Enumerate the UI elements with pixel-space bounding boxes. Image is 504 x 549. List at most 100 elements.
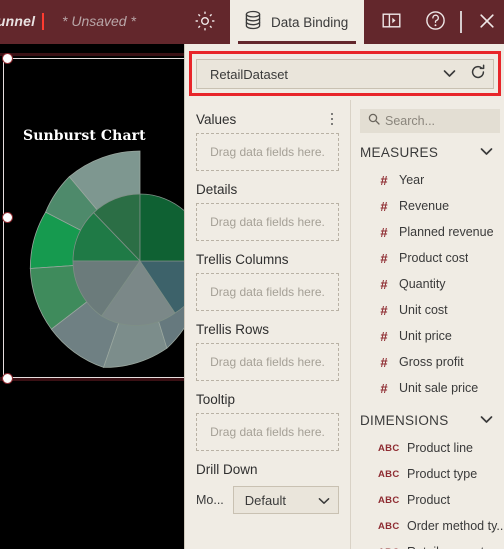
chevron-down-icon <box>443 65 456 83</box>
dimension-type-icon: ABC <box>378 468 400 480</box>
resize-handle-top-left[interactable] <box>2 53 13 64</box>
slot-title: Trellis Columns <box>196 252 289 267</box>
help-icon <box>424 9 447 37</box>
field-label: Quantity <box>399 277 446 291</box>
chevron-down-icon <box>318 493 330 508</box>
settings-button[interactable] <box>190 8 220 38</box>
dataset-name: RetailDataset <box>210 66 289 82</box>
dropzone-trellis-columns[interactable]: Drag data fields here. <box>196 273 339 311</box>
slot-menu-button[interactable] <box>325 111 339 127</box>
help-button[interactable] <box>420 8 450 38</box>
dropzone-placeholder: Drag data fields here. <box>210 285 325 299</box>
field-label: Product cost <box>399 251 469 265</box>
application-window: funnel * Unsaved * Data Binding <box>0 0 504 549</box>
slot-header-trellis-columns: Trellis Columns <box>196 252 339 267</box>
measure-type-icon: # <box>380 198 388 214</box>
chevron-down-icon <box>480 411 493 429</box>
dataset-refresh-button[interactable] <box>463 63 493 85</box>
unsaved-indicator: * Unsaved * <box>62 13 136 29</box>
field-label: Product <box>407 493 451 507</box>
slot-header-drill-down: Drill Down <box>196 462 339 477</box>
field-item[interactable]: ABC Product line <box>360 435 504 461</box>
dropzone-placeholder: Drag data fields here. <box>210 425 325 439</box>
drill-down-mode-select[interactable]: Default <box>232 486 339 514</box>
selection-glow-top <box>0 53 184 56</box>
dataset-dropdown-button[interactable] <box>435 65 463 83</box>
field-label: Order method ty... <box>407 519 504 533</box>
field-item[interactable]: # Quantity <box>360 271 504 297</box>
group-title: MEASURES <box>360 144 439 160</box>
field-item[interactable]: ABC Product type <box>360 461 504 487</box>
field-label: Product line <box>407 441 474 455</box>
data-binding-pane: RetailDataset Values Drag data fields he… <box>184 44 504 549</box>
text-caret <box>42 13 44 30</box>
field-item[interactable]: # Planned revenue <box>360 219 504 245</box>
field-label: Unit sale price <box>399 381 479 395</box>
chart-title: Sunburst Chart <box>23 128 146 144</box>
report-canvas[interactable]: Sunburst Chart <box>0 44 184 549</box>
field-label: Retailer country <box>407 545 495 549</box>
field-item[interactable]: # Unit cost <box>360 297 504 323</box>
close-icon <box>477 11 497 36</box>
slot-header-values: Values <box>196 111 339 127</box>
data-source-column: Search... MEASURES # Year # Revenue # Pl… <box>352 100 504 549</box>
group-header-dimensions[interactable]: DIMENSIONS <box>360 405 504 435</box>
field-item[interactable]: # Year <box>360 167 504 193</box>
resize-handle-bottom-left[interactable] <box>2 373 13 384</box>
close-button[interactable] <box>472 8 502 38</box>
slot-header-trellis-rows: Trellis Rows <box>196 322 339 337</box>
measure-type-icon: # <box>380 172 388 188</box>
drill-down-title: Drill Down <box>196 462 258 477</box>
resize-handle-middle-left[interactable] <box>2 212 13 223</box>
refresh-icon <box>470 63 486 85</box>
group-title: DIMENSIONS <box>360 412 449 428</box>
search-placeholder: Search... <box>385 114 436 128</box>
measure-type-icon: # <box>380 328 388 344</box>
drill-down-mode-value: Default <box>244 492 286 508</box>
slot-title: Values <box>196 111 237 127</box>
field-item[interactable]: ABC Retailer country <box>360 539 504 549</box>
field-label: Unit cost <box>399 303 448 317</box>
field-label: Revenue <box>399 199 450 213</box>
measure-type-icon: # <box>380 380 388 396</box>
slot-title: Tooltip <box>196 392 236 407</box>
field-item[interactable]: ABC Product <box>360 487 504 513</box>
toolbar-divider <box>460 11 462 33</box>
measure-type-icon: # <box>380 302 388 318</box>
field-item[interactable]: # Revenue <box>360 193 504 219</box>
gear-icon <box>193 9 217 38</box>
field-label: Product type <box>407 467 478 481</box>
dataset-selector[interactable]: RetailDataset <box>196 59 494 89</box>
field-label: Year <box>399 173 425 187</box>
dropzone-placeholder: Drag data fields here. <box>210 355 325 369</box>
measure-type-icon: # <box>380 250 388 266</box>
dimension-type-icon: ABC <box>378 494 400 506</box>
database-icon <box>242 8 264 37</box>
slot-header-tooltip: Tooltip <box>196 392 339 407</box>
field-item[interactable]: # Product cost <box>360 245 504 271</box>
drill-down-mode-row: Mo... Default <box>196 486 339 514</box>
slot-header-details: Details <box>196 182 339 197</box>
slot-title: Details <box>196 182 238 197</box>
dropzone-tooltip[interactable]: Drag data fields here. <box>196 413 339 451</box>
group-header-measures[interactable]: MEASURES <box>360 137 504 167</box>
panel-toggle-icon <box>381 11 402 35</box>
dropzone-placeholder: Drag data fields here. <box>210 145 325 159</box>
selection-frame <box>3 58 184 378</box>
dropzone-values[interactable]: Drag data fields here. <box>196 133 339 171</box>
field-item[interactable]: # Gross profit <box>360 349 504 375</box>
panel-toggle-button[interactable] <box>376 8 406 38</box>
dropzone-placeholder: Drag data fields here. <box>210 215 325 229</box>
dropzone-details[interactable]: Drag data fields here. <box>196 203 339 241</box>
field-item[interactable]: ABC Order method ty... <box>360 513 504 539</box>
dimension-type-icon: ABC <box>378 520 400 532</box>
field-item[interactable]: # Unit sale price <box>360 375 504 401</box>
measure-type-icon: # <box>380 276 388 292</box>
document-title: funnel <box>0 13 36 29</box>
dropzone-trellis-rows[interactable]: Drag data fields here. <box>196 343 339 381</box>
field-label: Unit price <box>399 329 452 343</box>
search-input[interactable]: Search... <box>360 109 500 133</box>
tab-data-binding[interactable]: Data Binding <box>230 0 364 44</box>
field-label: Planned revenue <box>399 225 494 239</box>
field-item[interactable]: # Unit price <box>360 323 504 349</box>
